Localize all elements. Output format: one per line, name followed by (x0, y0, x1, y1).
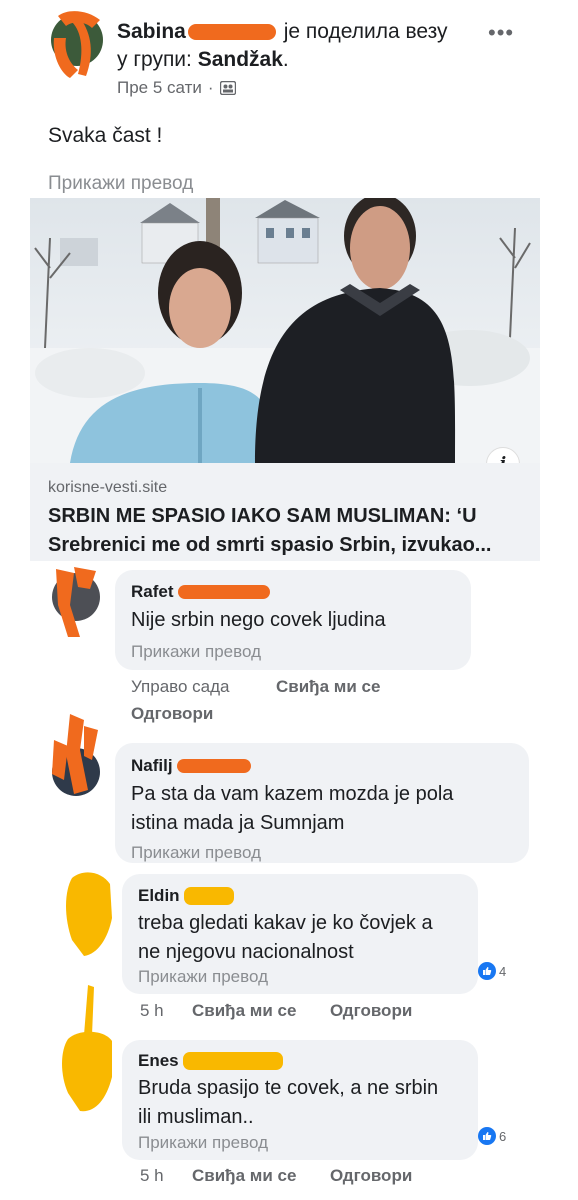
like-button[interactable]: Свиђа ми се (276, 677, 380, 697)
more-options-button[interactable]: ••• (488, 20, 514, 46)
comment-time[interactable]: Управо сада (131, 677, 230, 697)
reaction-count[interactable]: 4 (478, 962, 506, 980)
like-button[interactable]: Свиђа ми се (192, 1001, 296, 1021)
group-suffix: . (282, 48, 289, 71)
name-redaction (187, 24, 276, 41)
commenter-avatar[interactable] (58, 868, 122, 956)
see-translation-link[interactable]: Прикажи превод (48, 173, 193, 195)
like-label: Свиђа ми се (276, 677, 381, 696)
link-preview-image[interactable] (30, 198, 540, 463)
like-label: Свиђа ми се (192, 1001, 297, 1020)
commenter-name-text: Enes (138, 1051, 179, 1070)
reaction-count[interactable]: 6 (478, 1127, 506, 1145)
comment-time[interactable]: 5 h (140, 1001, 164, 1021)
post-meta: Пре 5 сати · (117, 78, 236, 98)
commenter-name-text: Eldin (138, 886, 180, 905)
comment-time[interactable]: 5 h (140, 1166, 164, 1186)
see-translation-link[interactable]: Прикажи превод (131, 642, 261, 662)
commenter-avatar[interactable] (58, 985, 122, 1112)
comment-line: Nije srbin nego covek ljudina (131, 609, 386, 631)
reply-button[interactable]: Одговори (131, 704, 213, 724)
comment-text: treba gledati kakav je ko čovjek a ne nj… (138, 909, 433, 967)
post-header: Sabina je поделила везу у групи: Sandžak… (117, 18, 497, 74)
reply-label: Одговори (131, 704, 214, 723)
post-time[interactable]: Пре 5 сати (117, 78, 202, 98)
header-group-prefix: у групи: (117, 48, 198, 71)
commenter-avatar[interactable] (44, 565, 108, 639)
author-avatar[interactable] (48, 8, 106, 80)
see-translation-link[interactable]: Прикажи превод (138, 967, 268, 987)
comment-line: Bruda spasijo te covek, a ne srbin (138, 1077, 439, 1099)
header-action-text: je поделила везу (283, 20, 448, 43)
name-redaction (176, 759, 251, 773)
commenter-name[interactable]: Rafet (131, 582, 270, 602)
reply-label: Одговори (330, 1166, 413, 1185)
name-redaction (183, 887, 234, 905)
like-reaction-icon (478, 962, 496, 980)
meta-separator: · (207, 78, 214, 97)
comment-text: Nije srbin nego covek ljudina (131, 606, 386, 635)
comment-line: ili musliman.. (138, 1106, 254, 1128)
link-title[interactable]: SRBIN ME SPASIO IAKO SAM MUSLIMAN: ‘U Sr… (48, 502, 538, 560)
comment-line: Pa sta da vam kazem mozda je pola (131, 783, 454, 805)
commenter-name-text: Nafilj (131, 756, 173, 775)
commenter-name[interactable]: Eldin (138, 886, 234, 906)
name-redaction (177, 585, 270, 599)
group-name-link[interactable]: Sandžak (198, 48, 283, 71)
comment-text: Bruda spasijo te covek, a ne srbin ili m… (138, 1074, 438, 1132)
link-domain: korisne-vesti.site (48, 479, 168, 496)
commenter-name[interactable]: Enes (138, 1051, 283, 1071)
see-translation-link[interactable]: Прикажи превод (138, 1133, 268, 1153)
reply-button[interactable]: Одговори (330, 1166, 412, 1186)
like-label: Свиђа ми се (192, 1166, 297, 1185)
name-redaction (182, 1052, 283, 1070)
author-name[interactable]: Sabina (117, 20, 186, 43)
commenter-avatar[interactable] (44, 710, 108, 796)
like-button[interactable]: Свиђа ми се (192, 1166, 296, 1186)
see-translation-link[interactable]: Прикажи превод (131, 843, 261, 863)
more-dots-icon: ••• (488, 20, 515, 45)
commenter-name[interactable]: Nafilj (131, 756, 251, 776)
comment-text: Pa sta da vam kazem mozda je pola istina… (131, 780, 453, 838)
reaction-number: 6 (499, 1128, 507, 1144)
comment-line: treba gledati kakav je ko čovjek a (138, 912, 433, 934)
like-reaction-icon (478, 1127, 496, 1145)
comment-line: istina mada ja Sumnjam (131, 812, 345, 834)
comment-line: ne njegovu nacionalnost (138, 941, 354, 963)
reaction-number: 4 (499, 963, 507, 979)
group-audience-icon (219, 81, 236, 95)
link-title-line1: SRBIN ME SPASIO IAKO SAM MUSLIMAN: ‘U (48, 505, 477, 527)
post-text: Svaka čast ! (48, 124, 163, 147)
reply-button[interactable]: Одговори (330, 1001, 412, 1021)
commenter-name-text: Rafet (131, 582, 174, 601)
reply-label: Одговори (330, 1001, 413, 1020)
link-title-line2: Srebrenici me od smrti spasio Srbin, izv… (48, 534, 492, 556)
